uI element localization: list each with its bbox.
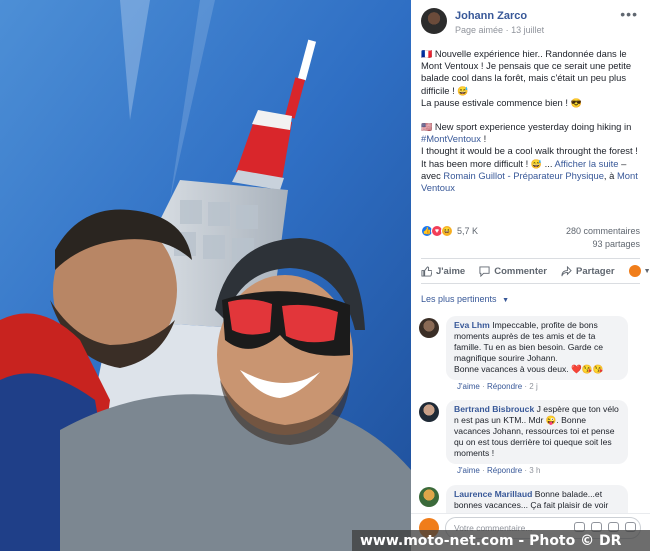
post-photo[interactable]: [0, 0, 411, 551]
photo-credit-watermark: www.moto-net.com - Photo © DR: [352, 530, 650, 551]
share-label: Partager: [576, 265, 615, 277]
reactions-summary[interactable]: 👍 ♥ 😆 5,7 K: [421, 224, 478, 238]
see-more-link[interactable]: Afficher la suite: [555, 158, 619, 169]
commenter-avatar[interactable]: [419, 402, 439, 422]
hashtag-link[interactable]: #MontVentoux: [421, 133, 481, 144]
shares-count[interactable]: 93 partages: [592, 239, 640, 249]
post-text: 🇫🇷 Nouvelle expérience hier.. Randonnée …: [421, 48, 645, 194]
thumbs-up-icon: [421, 265, 432, 277]
comment-reply-link[interactable]: Répondre: [487, 466, 522, 475]
comments-count[interactable]: 280 commentaires: [566, 226, 640, 236]
comment-age[interactable]: 3 h: [529, 466, 540, 475]
more-options-icon[interactable]: •••: [620, 6, 638, 22]
sweat-smile-icon: 😅: [530, 158, 543, 169]
fr-line2-row: La pause estivale commence bien ! 😎: [421, 97, 645, 109]
author-name[interactable]: Johann Zarco: [455, 10, 527, 22]
comment-bubble: Eva Lhm Impeccable, profite de bons mome…: [446, 316, 628, 380]
post-header: Johann Zarco Page aimée · 13 juillet •••: [411, 0, 650, 42]
sunglasses-icon: 😎: [570, 97, 582, 108]
fr-line2: La pause estivale commence bien !: [421, 96, 568, 108]
with-label: avec: [421, 169, 441, 181]
commenter-name[interactable]: Laurence Marillaud: [454, 489, 532, 499]
fr-paragraph: 🇫🇷 Nouvelle expérience hier.. Randonnée …: [421, 48, 645, 97]
en-line2-row: I thought it would be a cool walk throug…: [421, 145, 645, 194]
commenter-name[interactable]: Bertrand Bisbrouck: [454, 404, 534, 414]
like-button[interactable]: J'aime: [421, 266, 465, 277]
comment-sort-selector[interactable]: Les plus pertinents ▼: [421, 294, 509, 304]
commenter-avatar[interactable]: [419, 318, 439, 338]
comment-item: Eva Lhm Impeccable, profite de bons mome…: [419, 316, 641, 394]
action-bar: J'aime Commenter Partager ▼: [421, 258, 650, 284]
share-icon: [561, 265, 572, 276]
dash: –: [621, 157, 627, 169]
winking-tongue-icon: 😜: [545, 415, 557, 425]
post-panel: Johann Zarco Page aimée · 13 juillet •••…: [411, 0, 650, 551]
sweat-smile-icon: 😅: [457, 85, 469, 96]
share-button[interactable]: Partager: [561, 265, 615, 277]
ellipsis: ...: [544, 157, 553, 169]
reactions-count: 5,7 K: [457, 226, 479, 236]
comment-like-link[interactable]: J'aime: [457, 466, 480, 475]
tagged-person-link[interactable]: Romain Guillot - Préparateur Physique: [443, 170, 604, 181]
comment-label: Commenter: [494, 265, 547, 277]
en-paragraph: 🇺🇸 New sport experience yesterday doing …: [421, 121, 645, 145]
comment-icon: [479, 265, 490, 277]
en-line1-end: !: [483, 133, 487, 145]
photo-scene: [0, 0, 411, 551]
chevron-down-icon: ▼: [502, 297, 509, 304]
haha-icon: 😆: [441, 225, 453, 237]
fr-line1: Nouvelle expérience hier.. Randonnée dan…: [421, 48, 632, 96]
at-label: , à: [603, 169, 615, 181]
post-meta: Page aimée · 13 juillet: [455, 25, 544, 35]
chevron-down-icon: ▼: [643, 267, 650, 275]
page-label: Page aimée: [455, 25, 504, 35]
comment-item: Laurence Marillaud Bonne balade...et bon…: [419, 485, 641, 527]
sort-label: Les plus pertinents: [421, 294, 497, 304]
author-avatar[interactable]: [421, 8, 447, 34]
comment-button[interactable]: Commenter: [479, 266, 547, 277]
comment-item: Bertrand Bisbrouck J espère que ton vélo…: [419, 400, 641, 480]
comment-text2: Bonne vacances à vous deux.: [454, 364, 569, 374]
usa-flag-icon: 🇺🇸: [421, 122, 433, 133]
comment-actions: J'aime · Répondre · 3 h: [457, 466, 540, 475]
comment-reply-link[interactable]: Répondre: [487, 382, 522, 391]
post-date[interactable]: 13 juillet: [511, 25, 544, 35]
page-identity-selector[interactable]: ▼: [628, 265, 650, 277]
page-avatar-icon: [628, 265, 641, 277]
en-line1: New sport experience yesterday doing hik…: [434, 121, 632, 133]
commenter-avatar[interactable]: [419, 487, 439, 507]
commenter-name[interactable]: Eva Lhm: [454, 320, 490, 330]
comment-age[interactable]: 2 j: [529, 382, 537, 391]
comment-like-link[interactable]: J'aime: [457, 382, 480, 391]
comment-bubble: Bertrand Bisbrouck J espère que ton vélo…: [446, 400, 628, 464]
comment-actions: J'aime · Répondre · 2 j: [457, 382, 538, 391]
france-flag-icon: 🇫🇷: [421, 49, 433, 59]
like-label: J'aime: [436, 265, 466, 277]
heart-kiss-emojis-icon: ❤️😘😘: [571, 364, 604, 374]
